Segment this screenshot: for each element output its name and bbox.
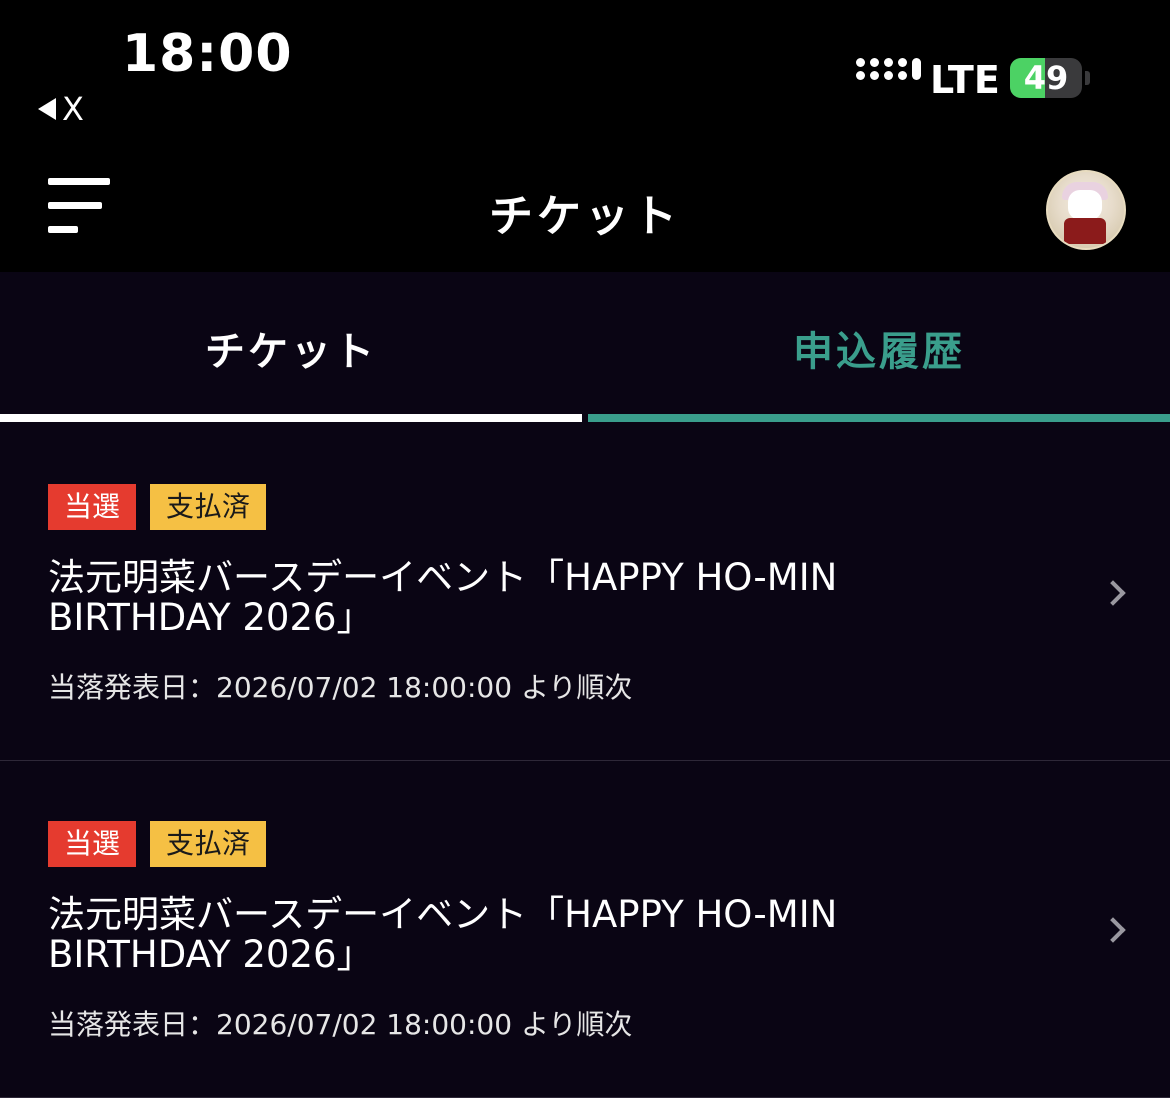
status-time: 18:00	[122, 24, 293, 84]
battery-icon: 49	[1010, 58, 1082, 98]
status-badge-paid: 支払済	[150, 484, 267, 530]
back-app-label: X	[62, 90, 84, 128]
page-title: チケット	[489, 191, 681, 242]
tab-application-history[interactable]: 申込履歴	[588, 272, 1170, 424]
tab-indicator-selected	[0, 414, 582, 422]
status-badge-won: 当選	[48, 484, 137, 530]
status-bar: 18:00 X LTE 49	[0, 0, 1170, 140]
ticket-announcement-date: 当落発表日：2026/07/02 18:00:00 より順次	[48, 1008, 633, 1041]
ticket-item[interactable]: 当選 支払済 法元明菜バースデーイベント「HAPPY HO-MIN BIRTHD…	[0, 761, 1170, 1098]
ticket-item[interactable]: 当選 支払済 法元明菜バースデーイベント「HAPPY HO-MIN BIRTHD…	[0, 424, 1170, 761]
ticket-announcement-date: 当落発表日：2026/07/02 18:00:00 より順次	[48, 671, 633, 704]
network-type: LTE	[930, 58, 1000, 102]
chevron-right-icon	[1100, 917, 1126, 943]
signal-strength-icon	[856, 58, 921, 80]
chevron-right-icon	[1100, 580, 1126, 606]
status-badges: 当選 支払済	[48, 484, 267, 530]
battery-tip	[1085, 71, 1090, 85]
status-badges: 当選 支払済	[48, 821, 267, 867]
status-badge-won: 当選	[48, 821, 137, 867]
avatar[interactable]	[1046, 170, 1126, 250]
ticket-list: 当選 支払済 法元明菜バースデーイベント「HAPPY HO-MIN BIRTHD…	[0, 424, 1170, 1098]
app-bar: チケット	[0, 140, 1170, 272]
status-badge-paid: 支払済	[150, 821, 267, 867]
back-arrow-icon	[38, 98, 56, 120]
tab-tickets[interactable]: チケット	[0, 272, 582, 424]
ticket-title: 法元明菜バースデーイベント「HAPPY HO-MIN BIRTHDAY 2026…	[48, 893, 838, 976]
tab-indicator	[588, 414, 1170, 422]
tab-bar: チケット 申込履歴	[0, 272, 1170, 424]
back-to-app-button[interactable]: X	[38, 90, 84, 128]
ticket-title: 法元明菜バースデーイベント「HAPPY HO-MIN BIRTHDAY 2026…	[48, 556, 838, 639]
battery-level: 49	[1023, 59, 1069, 97]
